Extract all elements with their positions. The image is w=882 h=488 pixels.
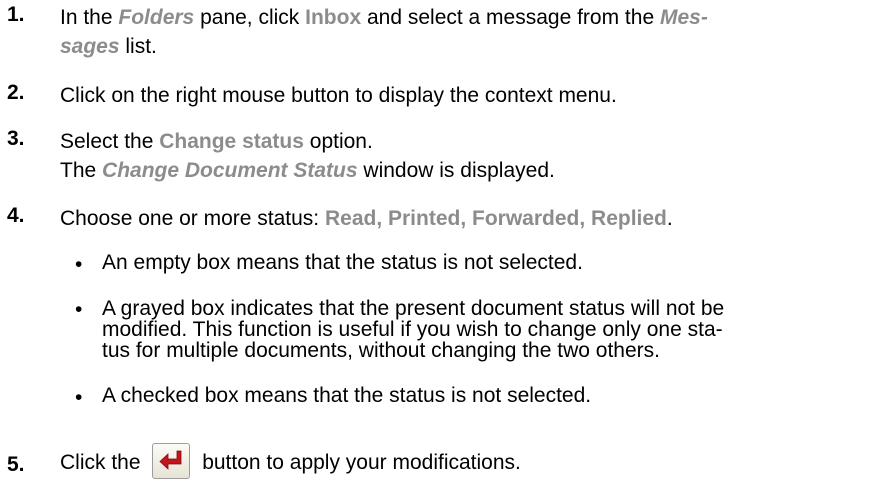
change-status-option-ref: Change status — [159, 130, 304, 153]
apply-button[interactable] — [152, 443, 191, 479]
step-number: 5. — [7, 453, 25, 476]
enter-return-icon — [159, 450, 182, 470]
messages-list-ref-part2: sages — [60, 35, 120, 58]
step-number: 1. — [7, 3, 25, 26]
step-number: 3. — [7, 127, 25, 150]
step-text: Select the Change status option. The Chan… — [60, 130, 555, 182]
step-text: Choose one or more status: Read, Printed… — [60, 207, 673, 230]
change-document-status-window-ref: Change Document Status — [102, 159, 358, 182]
bullet-text: An empty box means that the status is no… — [102, 251, 583, 274]
bullet-symbol: • — [75, 298, 83, 321]
messages-list-ref-part1: Mes- — [659, 6, 708, 29]
bullet-text: A grayed box indicates that the present … — [102, 297, 725, 362]
status-options-ref: Read, Printed, Forwarded, Replied — [324, 207, 667, 230]
step-text: In the Folders pane, click Inbox and sel… — [60, 6, 708, 58]
inbox-ref: Inbox — [305, 6, 362, 29]
bullet-text: A checked box means that the status is n… — [102, 384, 592, 407]
step-number: 2. — [7, 81, 25, 104]
step-text: Click the button to apply your modificat… — [60, 443, 870, 483]
bullet-symbol: • — [75, 386, 83, 409]
step-text: Click on the right mouse button to displ… — [60, 84, 617, 107]
instructions-page: 1. In the Folders pane, click Inbox and … — [0, 0, 882, 488]
bullet-symbol: • — [75, 253, 83, 276]
step-number: 4. — [7, 204, 25, 227]
folders-pane-ref: Folders — [118, 6, 195, 29]
